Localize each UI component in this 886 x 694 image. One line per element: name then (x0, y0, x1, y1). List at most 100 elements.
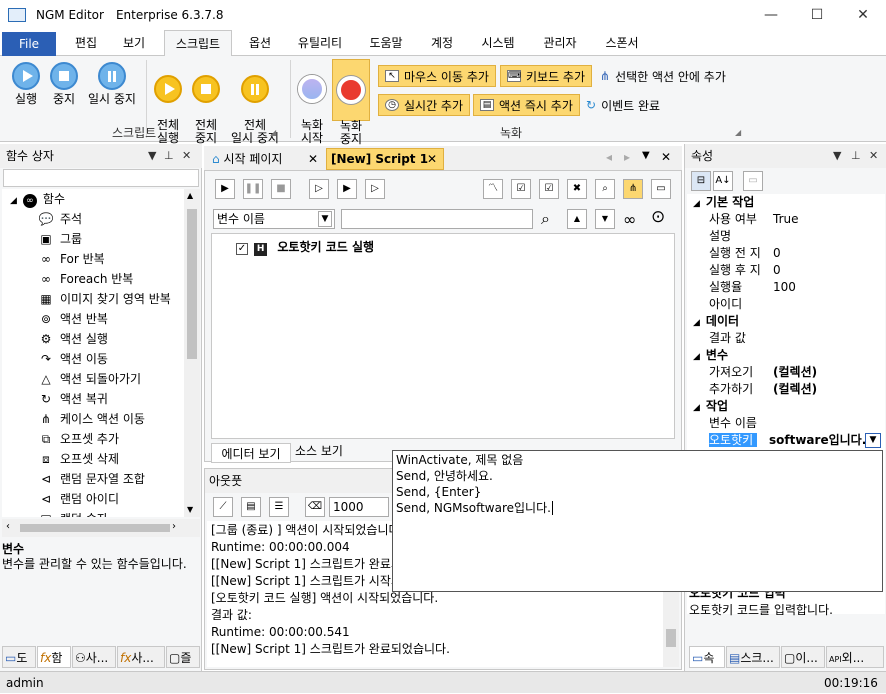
editor-stop-icon[interactable]: ■ (271, 179, 291, 199)
record-group-expand-icon[interactable]: ◢ (735, 128, 741, 137)
tree-scroll-thumb[interactable] (187, 209, 197, 359)
output-limit-input[interactable]: 1000 (329, 497, 389, 517)
left-tab-functions[interactable]: fx함 (37, 646, 71, 668)
chart-icon[interactable]: 〽 (483, 179, 503, 199)
record-start-button[interactable]: 녹화 시작 (294, 62, 330, 145)
prop-variable-name[interactable]: 변수 이름 (709, 415, 757, 432)
function-search-input[interactable] (3, 169, 199, 187)
record-stop-button[interactable]: 녹화 중지 (332, 59, 370, 146)
dropdown-icon[interactable]: ▼ (833, 144, 841, 168)
menu-account[interactable]: 계정 (422, 30, 462, 56)
editor-run-icon[interactable]: ▶ (215, 179, 235, 199)
sort-az-icon[interactable]: A↓ (713, 171, 733, 191)
scroll-left-icon[interactable]: ‹ (6, 521, 10, 532)
tree-item[interactable]: ▣ 랜덤 숫자 (38, 509, 108, 517)
prop-id[interactable]: 아이디 (709, 296, 742, 313)
delete-icon[interactable]: ✖ (567, 179, 587, 199)
pause-button[interactable]: 일시 중지 (84, 62, 140, 106)
close-button[interactable]: ✕ (840, 0, 886, 30)
search-icon[interactable]: ⌕ (541, 209, 550, 229)
left-tab-4[interactable]: fx사... (117, 646, 165, 668)
run-button[interactable]: 실행 (6, 62, 46, 106)
tab-list-icon[interactable]: ▼ (642, 150, 650, 161)
dropdown-icon[interactable]: ▼ (148, 144, 156, 168)
tree-item[interactable]: △ 액션 되돌아가기 (38, 369, 141, 389)
right-tab-external[interactable]: API외... (826, 646, 884, 668)
add-realtime-button[interactable]: ◷ 실시간 추가 (378, 94, 471, 116)
check-icon[interactable]: ☑ (539, 179, 559, 199)
broom-icon[interactable]: ⟋ (213, 497, 233, 517)
eraser-icon[interactable]: ⌫ (305, 497, 325, 517)
tab-source-view[interactable]: 소스 보기 (291, 441, 347, 461)
collapse-icon[interactable]: ◢ (10, 196, 17, 206)
category-variable[interactable]: ◢ 변수 (687, 347, 885, 364)
tab-close-icon[interactable]: ✕ (427, 149, 437, 169)
menu-script[interactable]: 스크립트 (164, 30, 232, 57)
prop-after-delay[interactable]: 실행 후 지0 (709, 262, 781, 279)
menu-admin[interactable]: 관리자 (534, 30, 586, 56)
tree-item[interactable]: ∞ For 반복 (38, 249, 105, 269)
menu-edit[interactable]: 편집 (66, 30, 106, 56)
editor-search-input[interactable] (341, 209, 533, 229)
tab-scroll-left-icon[interactable]: ◂ (606, 150, 612, 164)
menu-options[interactable]: 옵션 (238, 30, 282, 56)
menu-sponsor[interactable]: 스폰서 (596, 30, 648, 56)
move-down-icon[interactable]: ▼ (595, 209, 615, 229)
panel-close-icon[interactable]: ✕ (869, 144, 878, 168)
add-in-selected-button[interactable]: ⋔ 선택한 액션 안에 추가 (600, 65, 726, 87)
menu-help[interactable]: 도움말 (360, 30, 412, 56)
prop-rate[interactable]: 실행율 100 (709, 279, 796, 296)
find-icon[interactable]: ⌕ (595, 179, 615, 199)
ahk-code-popup[interactable]: WinActivate, 제목 없음 Send, 안녕하세요. Send, {E… (392, 450, 883, 592)
minimize-button[interactable]: — (748, 0, 794, 30)
category-task[interactable]: ◢ 작업 (687, 398, 885, 415)
prop-use[interactable]: 사용 여부 True (709, 211, 799, 228)
variable-select[interactable]: 변수 이름 ▼ (213, 209, 335, 229)
tab-scroll-right-icon[interactable]: ▸ (624, 150, 630, 164)
category-data[interactable]: ◢ 데이터 (687, 313, 885, 330)
more-icon[interactable]: ⊙ (651, 207, 665, 227)
tree-item[interactable]: ⋔ 케이스 액션 이동 (38, 409, 145, 429)
tree-view-icon[interactable]: ⋔ (623, 179, 643, 199)
scroll-up-icon[interactable]: ▲ (187, 191, 193, 200)
prop-result[interactable]: 결과 값 (709, 330, 746, 347)
panel-close-icon[interactable]: ✕ (182, 144, 191, 168)
event-complete-button[interactable]: ↻ 이벤트 완료 (586, 94, 660, 116)
hscroll-thumb[interactable] (20, 524, 170, 532)
wrap-icon[interactable]: ☰ (269, 497, 289, 517)
pin-icon[interactable]: ⊥ (164, 144, 174, 168)
tab-close-icon[interactable]: ✕ (308, 148, 318, 170)
tree-root[interactable]: ◢ ∞ 함수 (10, 189, 65, 209)
step-icon[interactable]: ▷ (309, 179, 329, 199)
prop-desc[interactable]: 설명 (709, 228, 731, 245)
tree-item[interactable]: ⚙ 액션 실행 (38, 329, 108, 349)
add-mouse-move-button[interactable]: ↖ 마우스 이동 추가 (378, 65, 496, 87)
prop-dropdown-icon[interactable]: ▼ (865, 433, 881, 448)
add-keyboard-button[interactable]: ⌨ 키보드 추가 (500, 65, 593, 87)
output-settings-icon[interactable]: ▤ (241, 497, 261, 517)
tab-start-page[interactable]: ⌂ 시작 페이지 ✕ (208, 148, 322, 170)
tree-item[interactable]: ▣ 그룹 (38, 229, 82, 249)
menu-utility[interactable]: 유틸리티 (290, 30, 350, 56)
tree-item[interactable]: ⧈ 오프셋 삭제 (38, 449, 119, 469)
prop-add[interactable]: 추가하기 (컬렉션) (709, 381, 817, 398)
tab-new-script[interactable]: [New] Script 1 ✕ (326, 148, 444, 170)
tree-item[interactable]: ↷ 액션 이동 (38, 349, 108, 369)
menu-file[interactable]: File (2, 32, 56, 56)
run-from-icon[interactable]: ▷ (365, 179, 385, 199)
loop-toggle-icon[interactable]: ∞ (623, 210, 636, 229)
script-group-expand-icon[interactable]: ◢ (270, 128, 276, 137)
right-tab-script[interactable]: ▤스크... (726, 646, 780, 668)
left-tab-3[interactable]: ⚇사... (72, 646, 116, 668)
run-selected-icon[interactable]: ▶ (337, 179, 357, 199)
output-scroll-thumb[interactable] (666, 629, 676, 647)
menu-system[interactable]: 시스템 (472, 30, 524, 56)
right-tab-image[interactable]: ▢이... (781, 646, 825, 668)
tree-item[interactable]: ⊚ 액션 반복 (38, 309, 108, 329)
tree-item[interactable]: ⊲ 랜덤 문자열 조합 (38, 469, 145, 489)
categorized-icon[interactable]: ⊟ (691, 171, 711, 191)
left-tab-5[interactable]: ▢즐 (166, 646, 200, 668)
doc-close-icon[interactable]: ✕ (661, 150, 671, 164)
tree-item[interactable]: 💬 주석 (38, 209, 83, 229)
pin-icon[interactable]: ⊥ (851, 144, 861, 168)
